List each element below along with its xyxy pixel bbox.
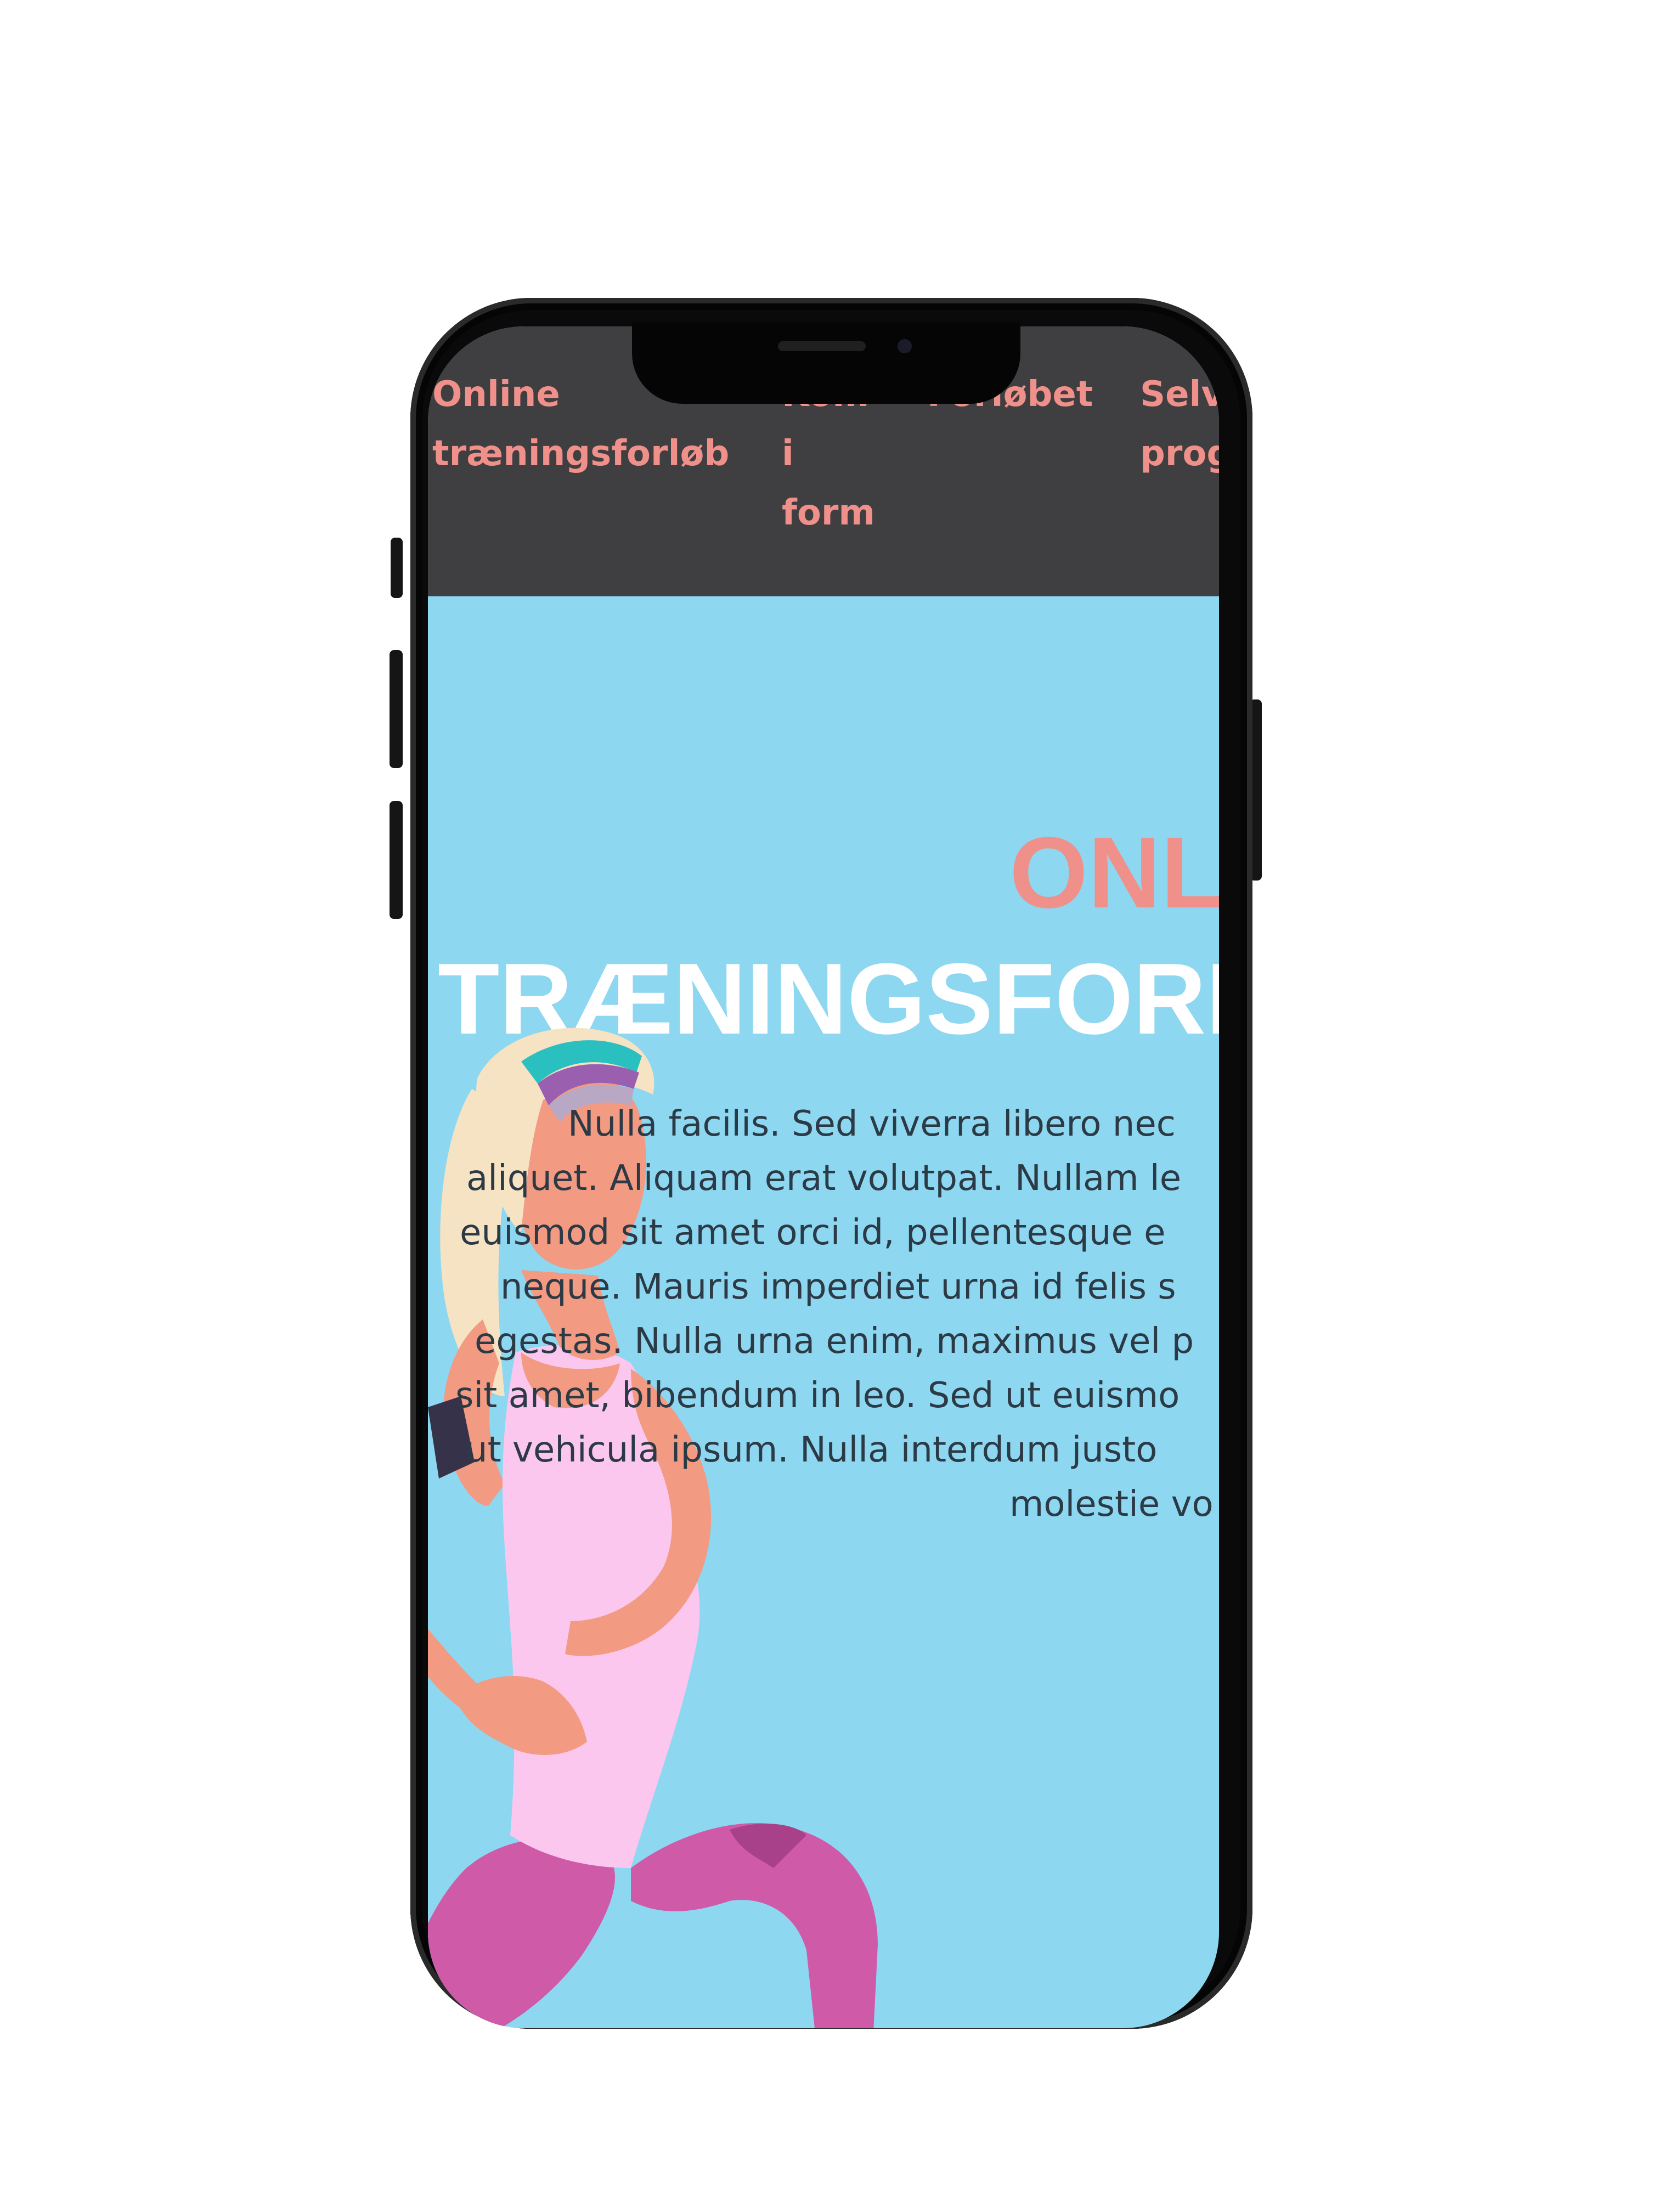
volume-up-button [390, 650, 403, 768]
body-line: euismod sit amet orci id, pellentesque e [460, 1212, 1166, 1253]
body-line: Nulla facilis. Sed viverra libero nec [568, 1104, 1176, 1144]
nav-item-selvprog[interactable]: Selv prog [1140, 365, 1219, 483]
phone-notch [632, 323, 1020, 404]
front-camera [898, 339, 912, 353]
nav-word: prog [1140, 433, 1219, 474]
body-line: sit amet, bibendum in leo. Sed ut euismo [455, 1375, 1180, 1416]
forearm [428, 1628, 499, 1725]
body-line: molestie vo [1009, 1484, 1214, 1525]
nav-word: form [782, 493, 876, 533]
speaker-grille [778, 341, 866, 351]
leg-back [428, 1838, 615, 2028]
volume-down-button [390, 801, 403, 919]
nav-word: træningsforløb [432, 433, 730, 474]
silent-switch [391, 538, 403, 598]
nav-word: i [782, 433, 794, 474]
body-line: aliquet. Aliquam erat volutpat. Nullam l… [466, 1158, 1182, 1199]
phone-screen: Online træningsforløb Kom i form Forløbe… [428, 326, 1219, 2028]
body-line: ut vehicula ipsum. Nulla interdum justo [465, 1430, 1158, 1470]
body-line: neque. Mauris imperdiet urna id felis s [500, 1267, 1176, 1307]
body-line: egestas. Nulla urna enim, maximus vel p [475, 1321, 1194, 1362]
hero-title-accent: ONL [1009, 816, 1219, 929]
nav-word: Selv [1140, 374, 1219, 415]
page: Online træningsforløb Kom i form Forløbe… [0, 0, 1659, 2212]
